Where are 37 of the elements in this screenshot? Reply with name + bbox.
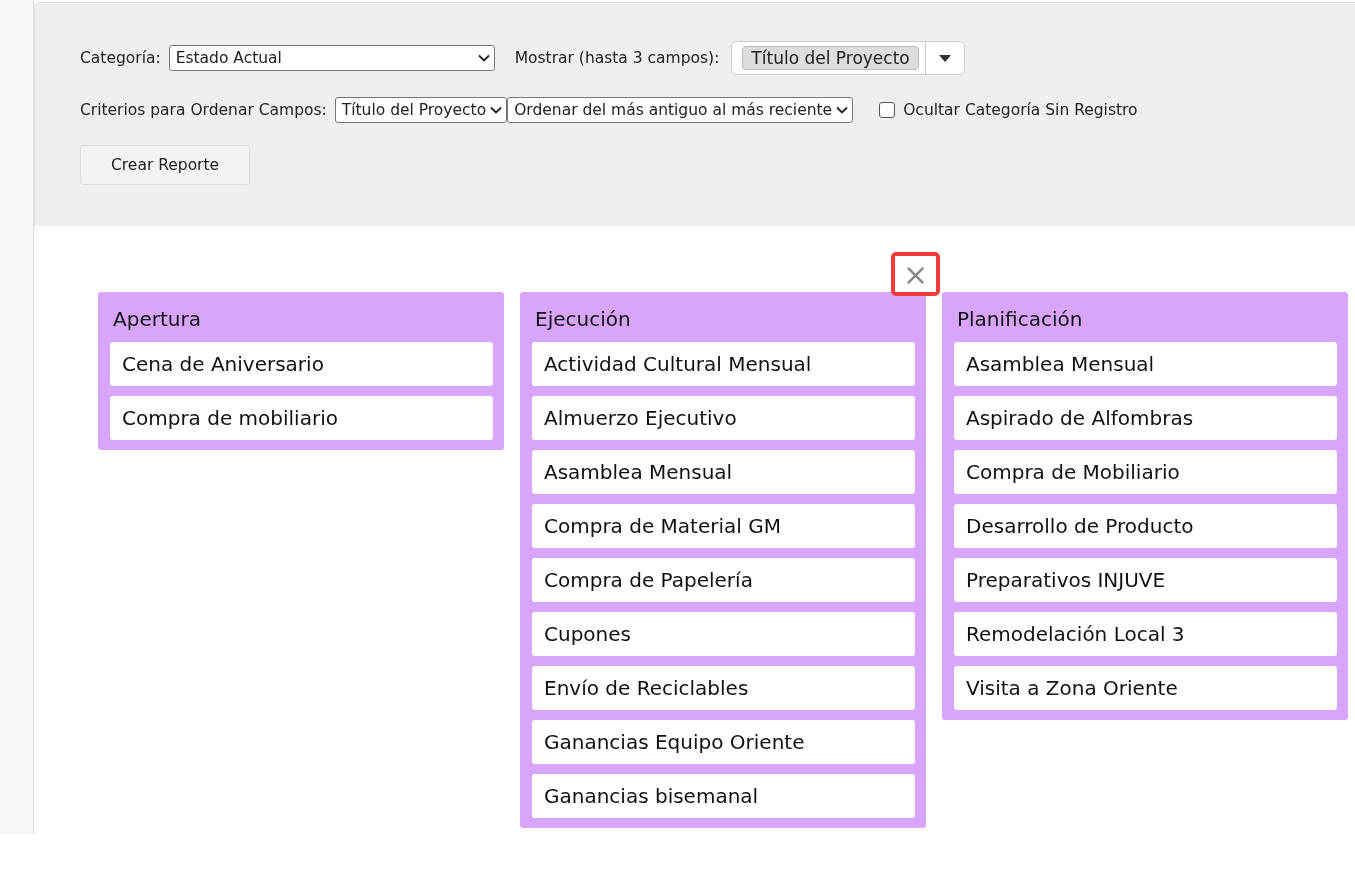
checkbox[interactable] <box>879 102 896 118</box>
project-card[interactable]: Visita a Zona Oriente <box>954 666 1337 710</box>
project-card[interactable]: Almuerzo Ejecutivo <box>532 396 915 440</box>
project-card[interactable]: Compra de mobiliario <box>110 396 493 440</box>
show-fields-select[interactable]: Título del Proyecto <box>731 41 965 75</box>
field-tag[interactable]: Título del Proyecto <box>742 46 919 70</box>
chevron-icon <box>490 106 503 114</box>
create-report-button[interactable]: Crear Reporte <box>80 145 251 185</box>
dropdown-icon[interactable] <box>938 54 951 62</box>
project-card[interactable]: Asamblea Mensual <box>954 342 1337 386</box>
project-card[interactable]: Ganancias bisemanal <box>532 774 915 818</box>
project-card[interactable]: Ganancias Equipo Oriente <box>532 720 915 764</box>
category-select[interactable]: Estado Actual <box>168 45 495 71</box>
project-card[interactable]: Cupones <box>532 612 915 656</box>
close-button[interactable]: × <box>891 252 940 296</box>
chevron-icon <box>836 106 849 114</box>
column-title: Ejecución <box>534 306 632 333</box>
project-card[interactable]: Aspirado de Alfombras <box>954 396 1337 440</box>
sort-order-select[interactable]: Ordenar del más antiguo al más reciente <box>507 97 854 123</box>
column-title: Apertura <box>112 306 202 333</box>
chevron-icon <box>477 54 490 62</box>
project-card[interactable]: Asamblea Mensual <box>532 450 915 494</box>
project-card[interactable]: Envío de Reciclables <box>532 666 915 710</box>
project-card[interactable]: Cena de Aniversario <box>110 342 493 386</box>
checkbox-label[interactable]: Ocultar Categoría Sin Registro <box>903 101 1138 119</box>
project-card[interactable]: Remodelación Local 3 <box>954 612 1337 656</box>
column-title: Planificación <box>956 306 1084 333</box>
project-card[interactable]: Compra de Papelería <box>532 558 915 602</box>
project-card[interactable]: Actividad Cultural Mensual <box>532 342 915 386</box>
project-card[interactable]: Compra de Material GM <box>532 504 915 548</box>
project-card[interactable]: Desarrollo de Producto <box>954 504 1337 548</box>
sort-field-select[interactable]: Título del Proyecto <box>334 97 508 123</box>
sort-label: Criterios para Ordenar Campos: <box>80 101 327 119</box>
show-label: Mostrar (hasta 3 campos): <box>514 49 720 67</box>
project-card[interactable]: Compra de Mobiliario <box>954 450 1337 494</box>
project-card[interactable]: Preparativos INJUVE <box>954 558 1337 602</box>
category-label: Categoría: <box>80 49 161 67</box>
